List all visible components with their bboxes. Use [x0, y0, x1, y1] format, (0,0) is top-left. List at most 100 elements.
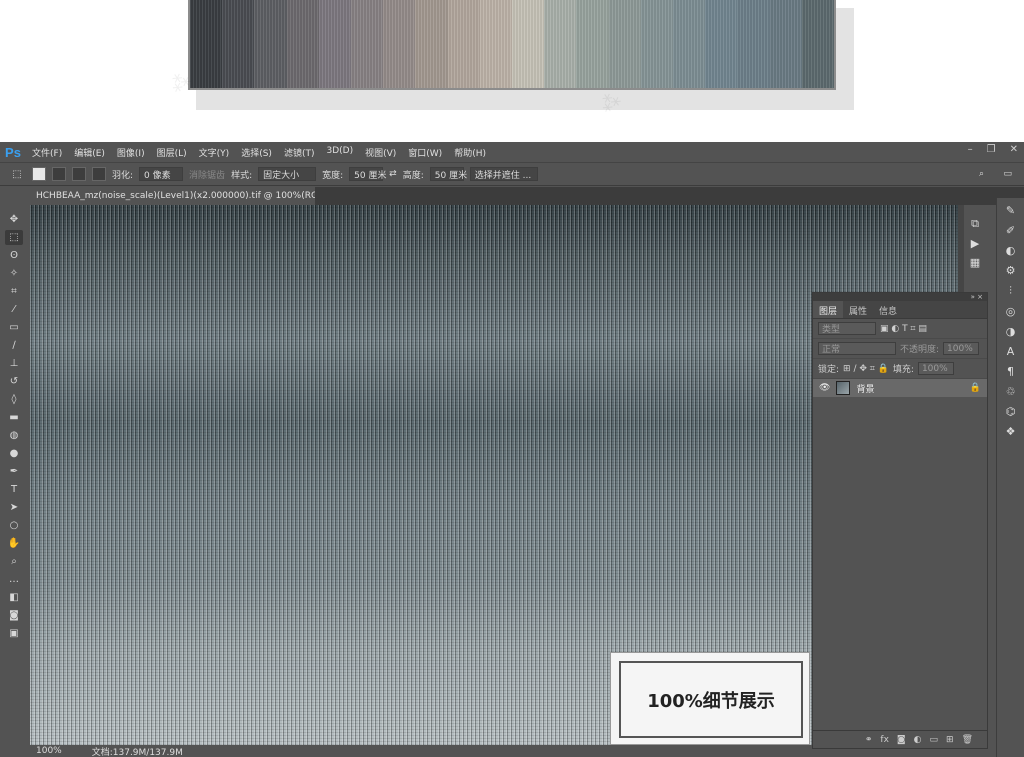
color-swatch — [801, 0, 834, 88]
eraser-icon[interactable]: ◊ — [5, 392, 23, 407]
pen-icon[interactable]: ✒ — [5, 464, 23, 479]
fill-input[interactable]: 100% — [917, 362, 954, 375]
screenshot-frame: ⁂ ⁂ Ps 文件(F) 编辑(E) 图像(I) 图层(L) 文字(Y) 选择(S) 滤镜(… — [0, 0, 1024, 757]
gradient-icon[interactable]: ▬ — [5, 410, 23, 425]
tab-layers[interactable]: 图层 — [813, 301, 844, 318]
menu-item[interactable]: 文件(F) — [26, 146, 68, 159]
select-and-mask-button[interactable]: 选择并遮住 ... — [469, 167, 538, 181]
document-tab[interactable]: HCHBEAA_mz(noise_scale)(Level1)(x2.00000… — [30, 187, 315, 205]
menu-item[interactable]: 选择(S) — [235, 146, 278, 159]
fill-label: 填充: — [892, 365, 914, 375]
new-layer-icon[interactable]: ⊞ — [946, 735, 954, 745]
width-input[interactable]: 50 厘米 — [349, 167, 386, 181]
blend-mode-select[interactable]: 正常 — [818, 342, 896, 355]
swap-dimensions-icon[interactable]: ⇄ — [389, 169, 397, 179]
sliders-icon[interactable]: ⫶ — [1009, 284, 1012, 298]
brush-icon[interactable]: ∕ — [5, 338, 23, 353]
more-tools-icon[interactable]: … — [5, 572, 23, 587]
intersect-selection-button[interactable] — [92, 167, 106, 181]
menu-item[interactable]: 图层(L) — [151, 146, 193, 159]
paragraph-icon[interactable]: ¶ — [1007, 365, 1014, 378]
delete-layer-icon[interactable]: 🗑 — [962, 735, 973, 745]
feather-input[interactable]: 0 像素 — [139, 167, 184, 181]
color-panel-icon[interactable]: ◐ — [1006, 244, 1016, 257]
clone-stamp-icon[interactable]: ⊥ — [5, 356, 23, 371]
blur-icon[interactable]: ◍ — [5, 428, 23, 443]
antialias-checkbox[interactable]: 消除锯齿 — [189, 168, 225, 181]
move-tool-icon[interactable]: ✥ — [5, 212, 23, 227]
styles-icon[interactable]: ◑ — [1006, 325, 1016, 338]
actions-play-icon[interactable]: ▶ — [971, 237, 979, 250]
add-selection-button[interactable] — [52, 167, 66, 181]
type-tool-icon[interactable]: T — [5, 482, 23, 497]
grid-panel-icon[interactable]: ▦ — [970, 256, 980, 269]
new-group-icon[interactable]: ▭ — [930, 735, 939, 745]
detail-caption: 100%细节展示 — [619, 661, 803, 738]
menu-item[interactable]: 滤镜(T) — [278, 146, 321, 159]
character-icon[interactable]: A — [1007, 345, 1015, 358]
zoom-icon[interactable]: ⌕ — [5, 554, 23, 569]
layer-row[interactable]: 👁 背景 🔒 — [813, 379, 987, 397]
history-brush-icon[interactable]: ↺ — [5, 374, 23, 389]
panel-collapse-bar[interactable]: » × — [813, 293, 987, 301]
channels-icon[interactable]: ◎ — [1006, 305, 1016, 318]
layer-style-icon[interactable]: fx — [880, 735, 889, 745]
path-selection-icon[interactable]: ➤ — [5, 500, 23, 515]
add-mask-icon[interactable]: ◙ — [897, 735, 906, 745]
rectangular-marquee-icon[interactable]: ⬚ — [5, 230, 23, 245]
menu-item[interactable]: 文字(Y) — [193, 146, 236, 159]
filter-kind-select[interactable]: 类型 — [818, 322, 876, 335]
menu-item[interactable]: 图像(I) — [111, 146, 151, 159]
screen-mode-icon[interactable]: ▣ — [5, 626, 23, 641]
marquee-preset-icon[interactable]: ⬚ — [8, 167, 26, 182]
menu-item[interactable]: 视图(V) — [359, 146, 402, 159]
color-swatch — [447, 0, 480, 88]
opacity-input[interactable]: 100% — [943, 342, 980, 355]
restore-icon[interactable]: ❐ — [987, 144, 996, 155]
menu-item[interactable]: 编辑(E) — [68, 146, 111, 159]
magic-wand-icon[interactable]: ✧ — [5, 266, 23, 281]
color-swatches-icon[interactable]: ◧ — [5, 590, 23, 605]
hand-icon[interactable]: ✋ — [5, 536, 23, 551]
link-layers-icon[interactable]: ⚭ — [865, 735, 873, 745]
workspace-icon[interactable]: ▭ — [1003, 169, 1012, 179]
right-panel-dock: ✎ ✐ ◐ ⚙ ⫶ ◎ ◑ A ¶ ♲ ⌬ ❖ — [996, 198, 1024, 757]
options-bar: ⬚ 羽化: 0 像素 消除锯齿 样式: 固定大小 宽度: 50 厘米 ⇄ 高度:… — [0, 162, 1024, 186]
tool-presets-icon[interactable]: ✐ — [1006, 224, 1015, 237]
collapsed-panel-dock: ⧉ ▶ ▦ — [964, 205, 986, 295]
search-icon[interactable]: ⌕ — [979, 169, 984, 179]
quick-mask-icon[interactable]: ◙ — [5, 608, 23, 623]
subtract-selection-button[interactable] — [72, 167, 86, 181]
ellipse-icon[interactable]: ○ — [5, 518, 23, 533]
menu-item[interactable]: 3D(D) — [320, 146, 359, 159]
close-icon[interactable]: ✕ — [1010, 144, 1018, 155]
zoom-level[interactable]: 100% — [36, 746, 62, 756]
color-swatch — [383, 0, 416, 88]
tab-info[interactable]: 信息 — [873, 301, 903, 318]
lock-icons[interactable]: ⊞ ∕ ✥ ⌗ 🔒 — [843, 364, 889, 374]
eyedropper-icon[interactable]: ⁄ — [5, 302, 23, 317]
history-panel-icon[interactable]: ⧉ — [971, 217, 979, 231]
adjustments-icon[interactable]: ⚙ — [1006, 264, 1016, 277]
healing-brush-icon[interactable]: ▭ — [5, 320, 23, 335]
dodge-icon[interactable]: ● — [5, 446, 23, 461]
document-size: 文档:137.9M/137.9M — [91, 747, 183, 757]
brush-presets-icon[interactable]: ✎ — [1006, 204, 1015, 217]
style-label: 样式: — [231, 170, 253, 181]
filter-icons[interactable]: ▣ ◐ T ⌗ ▤ — [880, 324, 927, 334]
paths-icon[interactable]: ⌬ — [1006, 405, 1016, 418]
menu-item[interactable]: 窗口(W) — [402, 146, 448, 159]
adjustment-layer-icon[interactable]: ◐ — [914, 735, 922, 745]
feather-label: 羽化: — [112, 170, 134, 181]
new-selection-button[interactable] — [32, 167, 46, 181]
minimize-icon[interactable]: – — [968, 144, 973, 155]
tab-properties[interactable]: 属性 — [843, 301, 873, 318]
visibility-eye-icon[interactable]: 👁 — [819, 383, 830, 393]
height-input[interactable]: 50 厘米 — [429, 167, 467, 181]
libraries-icon[interactable]: ♲ — [1006, 385, 1016, 398]
lasso-icon[interactable]: ʘ — [5, 248, 23, 263]
crop-icon[interactable]: ⌗ — [5, 284, 23, 299]
menu-item[interactable]: 帮助(H) — [448, 146, 492, 159]
style-select[interactable]: 固定大小 — [258, 167, 317, 181]
3d-panel-icon[interactable]: ❖ — [1006, 425, 1016, 438]
